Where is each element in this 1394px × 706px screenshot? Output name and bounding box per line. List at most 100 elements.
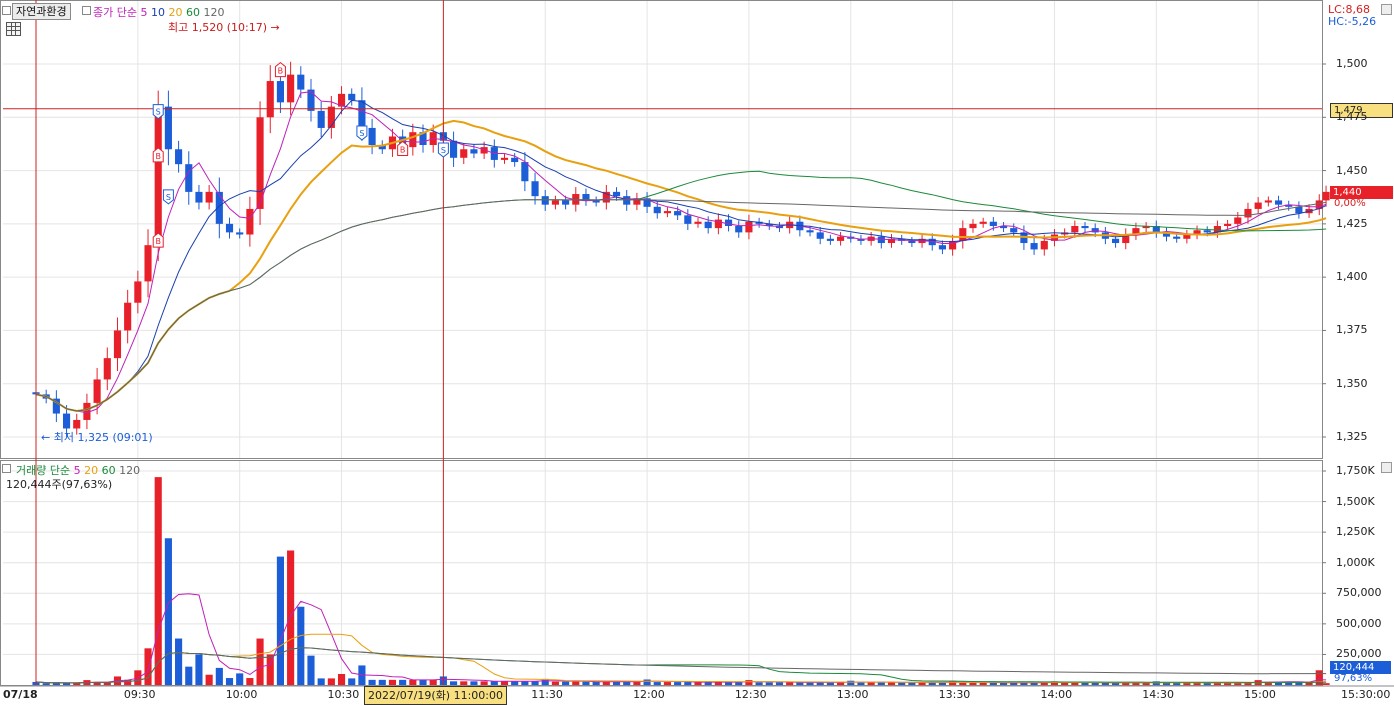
current-change-tag: 0,00%: [1334, 198, 1366, 209]
candle-body: [287, 74, 295, 103]
price-tick-label: 1,400: [1336, 270, 1368, 284]
volume-bar: [317, 678, 325, 685]
volume-bar: [225, 678, 234, 685]
candle-body: [236, 232, 244, 235]
volume-bar: [429, 679, 437, 685]
time-tick-label: 14:30: [1142, 688, 1174, 701]
volume-bar: [52, 683, 60, 685]
volume-bar: [348, 678, 356, 685]
volume-bar: [684, 682, 692, 685]
volume-bar: [1091, 682, 1099, 685]
volume-bar: [500, 681, 509, 685]
signal-letter: S: [359, 129, 364, 138]
sell-signal-marker: S: [356, 125, 368, 141]
candle-body: [154, 106, 162, 246]
candle-body: [826, 238, 834, 241]
volume-pane-scroll-button[interactable]: [1381, 462, 1392, 473]
volume-bar: [511, 681, 519, 685]
volume-tick-label: 1,250K: [1336, 525, 1375, 539]
volume-tick-label: 1,750K: [1336, 464, 1375, 477]
price-tick-label: 1,375: [1336, 323, 1368, 337]
volume-bar: [1061, 682, 1069, 685]
candle-body: [837, 236, 845, 241]
volume-bar: [175, 638, 183, 685]
legend-square-icon[interactable]: [82, 6, 91, 15]
arrow-right-icon: →: [270, 21, 280, 34]
time-tick-label: 15:30:00: [1341, 688, 1391, 701]
candle-body: [134, 281, 142, 303]
volume-bar: [42, 683, 50, 685]
volume-bar: [847, 680, 855, 685]
price-tick-label: 1,425: [1336, 216, 1368, 230]
volume-pane-frame: [0, 460, 1323, 686]
candle-body: [1234, 217, 1242, 224]
volume-bar: [185, 666, 193, 685]
time-tick-label: 13:00: [836, 688, 869, 701]
volume-bar: [1071, 682, 1079, 685]
volume-bar: [786, 682, 794, 685]
volume-bar: [674, 682, 682, 685]
candle-body: [969, 223, 977, 229]
table-grid-icon[interactable]: [6, 22, 21, 36]
volume-bar: [480, 681, 488, 685]
volume-tick-label: 750,000: [1336, 586, 1382, 600]
signal-letter: B: [278, 67, 284, 76]
low-label: 최저 1,325 (09:01): [53, 431, 153, 444]
candle-body: [979, 221, 987, 224]
candle-body: [989, 221, 997, 226]
volume-bar: [979, 682, 987, 685]
volume-bar: [307, 655, 315, 685]
high-annotation: 최고 1,520 (10:17) →: [168, 19, 280, 35]
volume-bar: [205, 674, 213, 685]
volume-bar: [215, 667, 223, 685]
volume-tick-label: 1,000K: [1336, 555, 1375, 569]
time-tick-label: 15:00: [1244, 688, 1276, 701]
volume-bar: [327, 678, 335, 685]
candle-body: [297, 74, 305, 90]
chart-canvas[interactable]: S B S B B S B S: [0, 0, 1394, 706]
volume-bar: [419, 679, 427, 685]
vol-ma60-line: [35, 647, 1327, 684]
volume-bar: [256, 638, 264, 685]
volume-bar: [450, 681, 458, 685]
current-volume-pct: 97,63%: [1334, 673, 1373, 684]
price-legend[interactable]: 종가 단순 5 10 20 60 120: [93, 4, 224, 20]
crosshair-time-tag: 2022/07/19(화) 11:00:00: [364, 686, 508, 705]
candle-body: [521, 162, 529, 182]
volume-bar: [745, 680, 753, 685]
signal-letter: S: [166, 193, 171, 202]
volume-bar: [765, 682, 773, 685]
legend-period-120: 120: [203, 6, 225, 19]
volume-bar: [887, 682, 896, 685]
time-tick-label: 12:30: [734, 688, 767, 701]
volume-bar: [409, 679, 417, 685]
signal-letter: B: [155, 237, 161, 246]
price-tick-label: 1,475: [1336, 110, 1368, 124]
volume-bar: [236, 673, 244, 685]
volume-bar: [276, 556, 284, 685]
candle-body: [816, 232, 824, 239]
candle-body: [694, 221, 702, 224]
volume-bar: [755, 682, 763, 685]
candle-body: [541, 196, 549, 205]
candle-body: [674, 211, 682, 216]
candle-body: [612, 191, 621, 197]
settings-square-icon[interactable]: [2, 6, 11, 15]
ma5-line: [35, 91, 1327, 414]
vol-ma20-line: [35, 633, 1327, 684]
volume-bar: [470, 681, 478, 685]
legend-period-10: 10: [150, 6, 165, 19]
candle-body: [185, 164, 193, 192]
volume-bar: [388, 679, 397, 685]
candle-body: [1224, 223, 1232, 226]
candle-body: [113, 330, 122, 359]
candle-body: [562, 200, 570, 205]
candle-body: [511, 157, 519, 163]
candle-body: [1244, 208, 1252, 218]
volume-settings-square-icon[interactable]: [2, 464, 11, 473]
price-pane-scroll-button[interactable]: [1381, 4, 1392, 15]
candle-body: [358, 100, 366, 128]
arrow-left-icon: ←: [41, 431, 51, 444]
candle-body: [1322, 191, 1330, 201]
chart-mode-button[interactable]: 자연과환경: [12, 3, 71, 20]
